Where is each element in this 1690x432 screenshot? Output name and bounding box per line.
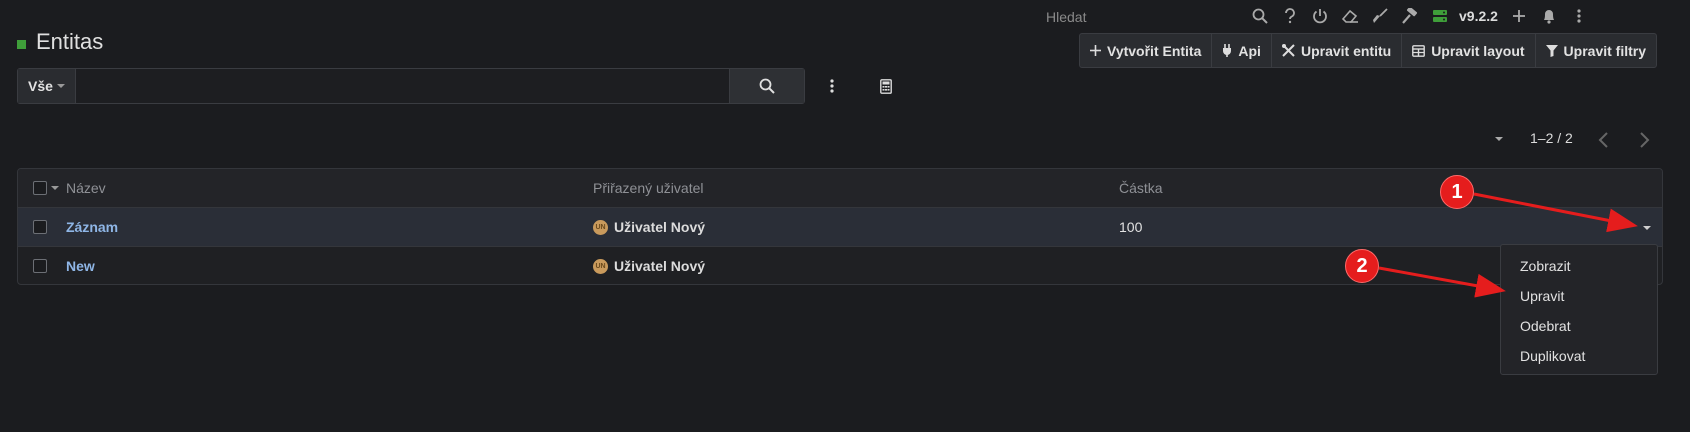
create-entity-label: Vytvořit Entita [1107,42,1202,59]
assigned-user-cell[interactable]: UN Uživatel Nový [593,219,705,235]
table-header: Název Přiřazený uživatel Částka [18,169,1662,208]
column-header-amount[interactable]: Částka [1119,180,1163,196]
table-row: Záznam UN Uživatel Nový 100 [18,208,1662,247]
api-label: Api [1238,42,1261,59]
api-button[interactable]: Api [1212,34,1272,67]
create-entity-button[interactable]: Vytvořit Entita [1080,34,1213,67]
row-actions-dropdown-button[interactable] [1643,226,1651,230]
menu-item-edit[interactable]: Upravit [1501,281,1657,311]
annotation-badge-2: 2 [1345,249,1379,283]
table-row: New UN Uživatel Nový [18,247,1662,284]
edit-layout-button[interactable]: Upravit layout [1402,34,1536,67]
filter-dropdown[interactable]: Vše [18,69,76,103]
eraser-icon[interactable] [1335,4,1365,28]
global-search-input[interactable]: Hledat [1046,6,1236,28]
plus-icon [1090,45,1101,56]
column-header-name[interactable]: Název [66,180,106,196]
version-label: v9.2.2 [1459,8,1498,24]
edit-layout-label: Upravit layout [1431,42,1525,59]
row-checkbox[interactable] [33,259,47,273]
edit-entity-button[interactable]: Upravit entitu [1272,34,1403,67]
row-actions-menu: Zobrazit Upravit Odebrat Duplikovat [1500,244,1658,375]
amount-cell: 100 [1119,219,1143,235]
search-icon[interactable] [1245,4,1275,28]
search-input[interactable] [76,69,729,103]
chevron-right-icon [1640,132,1650,148]
more-icon [830,79,834,93]
avatar: UN [593,258,608,274]
select-all-dropdown-caret[interactable] [51,186,59,190]
pagination-dropdown-caret[interactable] [1495,137,1503,141]
records-table: Název Přiřazený uživatel Částka Záznam U… [17,168,1663,285]
server-icon[interactable] [1425,4,1455,28]
tools-icon [1281,44,1295,57]
search-icon [759,78,775,94]
record-name-link[interactable]: New [66,258,95,274]
menu-item-view[interactable]: Zobrazit [1501,251,1657,281]
plus-icon[interactable] [1504,4,1534,28]
filter-dropdown-label: Vše [28,78,53,94]
power-icon[interactable] [1305,4,1335,28]
assigned-user-cell[interactable]: UN Uživatel Nový [593,258,705,274]
record-name-link[interactable]: Záznam [66,219,118,235]
next-page-button[interactable] [1636,130,1652,150]
page-title: Entitas [36,29,104,54]
avatar: UN [593,219,608,235]
totals-button[interactable] [874,74,898,98]
menu-item-duplicate[interactable]: Duplikovat [1501,341,1657,371]
select-all-checkbox[interactable] [33,181,47,195]
help-icon[interactable] [1275,4,1305,28]
menu-item-remove[interactable]: Odebrat [1501,311,1657,341]
chevron-left-icon [1598,132,1608,148]
table-icon [1412,44,1426,57]
assigned-user-name: Uživatel Nový [614,258,706,274]
action-buttons: Vytvořit Entita Api Upravit entitu Uprav… [1079,33,1658,68]
bell-icon[interactable] [1534,4,1564,28]
search-button[interactable] [729,69,804,103]
annotation-badge-1: 1 [1440,175,1474,209]
plug-icon [1223,44,1232,57]
chevron-down-icon [56,84,65,88]
more-icon[interactable] [1564,4,1594,28]
hammer-icon[interactable] [1395,4,1425,28]
pagination-text: 1–2 / 2 [1530,130,1573,146]
calculator-icon [880,78,892,94]
title-accent-square [17,40,26,49]
broom-icon[interactable] [1365,4,1395,28]
assigned-user-name: Uživatel Nový [614,219,706,235]
search-options-button[interactable] [822,74,842,98]
edit-filters-label: Upravit filtry [1563,42,1647,59]
edit-entity-label: Upravit entitu [1300,42,1392,59]
row-checkbox[interactable] [33,220,47,234]
edit-filters-button[interactable]: Upravit filtry [1536,34,1656,67]
previous-page-button[interactable] [1596,130,1612,150]
search-bar: Vše [17,68,805,104]
column-header-assigned-user[interactable]: Přiřazený uživatel [593,180,704,196]
topbar-icons: v9.2.2 [1245,4,1594,28]
filter-icon [1545,44,1558,57]
